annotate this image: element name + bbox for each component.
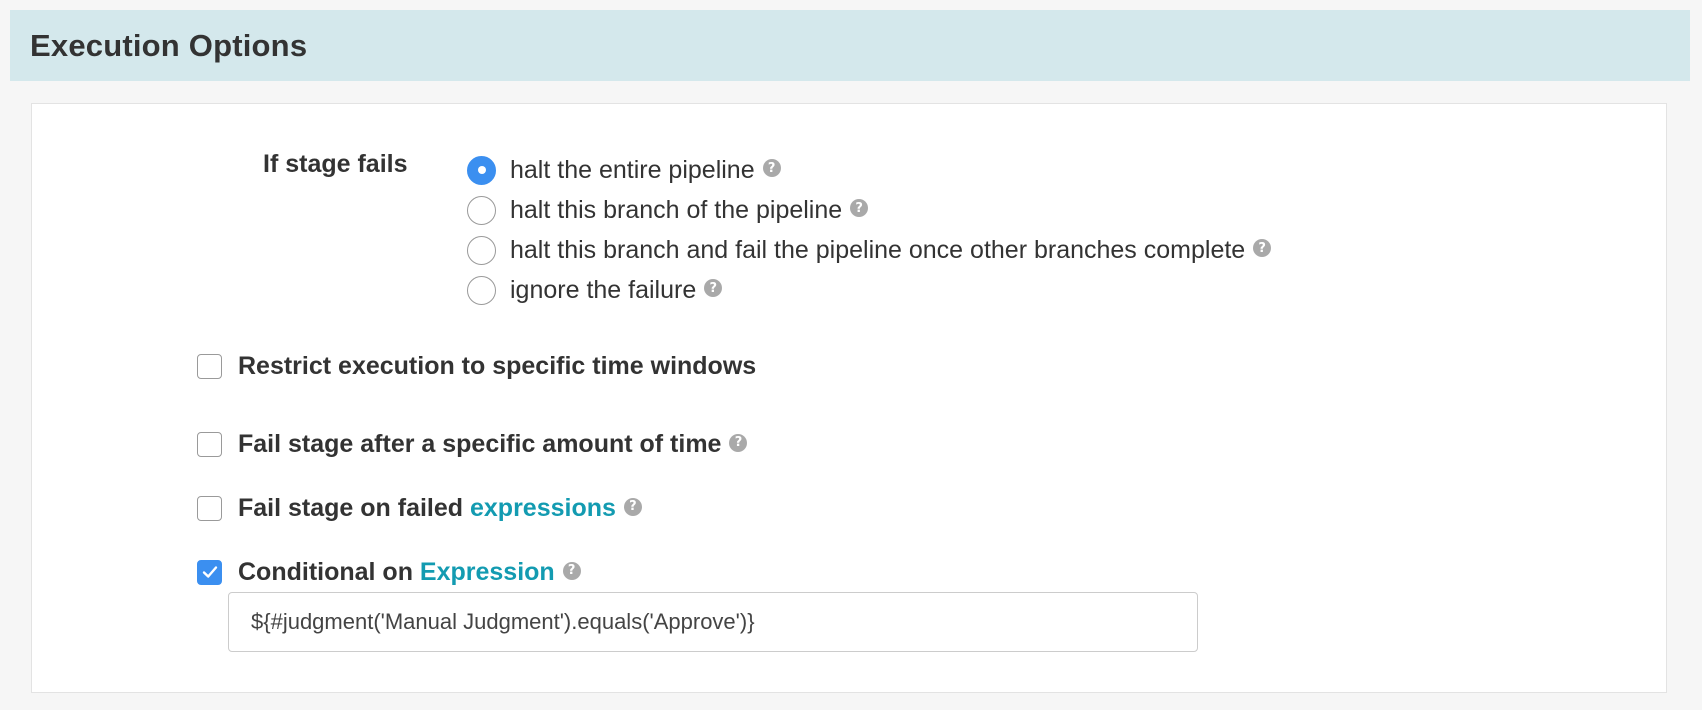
- section-header: Execution Options: [10, 10, 1690, 81]
- checkmark-icon: [202, 566, 217, 578]
- conditional-on-expression-label: Conditional on Expression?: [238, 558, 581, 587]
- expressions-link[interactable]: expressions: [470, 494, 616, 522]
- fail-on-expressions-text: Fail stage on failed: [238, 493, 470, 522]
- conditional-on-expression-checkbox[interactable]: [197, 559, 222, 585]
- conditional-on-expression-option[interactable]: Conditional on Expression?: [197, 552, 581, 592]
- radio-label: halt this branch of the pipeline: [510, 195, 843, 224]
- fail-on-expressions-option[interactable]: Fail stage on failed expressions?: [197, 488, 642, 528]
- expression-input[interactable]: [228, 592, 1198, 652]
- help-icon[interactable]: ?: [1253, 239, 1272, 257]
- help-icon[interactable]: ?: [562, 561, 581, 580]
- if-stage-fails-label: If stage fails: [263, 150, 408, 178]
- radio-halt-entire-pipeline[interactable]: halt the entire pipeline ?: [467, 150, 781, 190]
- restrict-time-windows-option[interactable]: Restrict execution to specific time wind…: [197, 346, 756, 386]
- fail-after-time-checkbox[interactable]: [197, 431, 222, 457]
- radio-label: ignore the failure: [510, 275, 697, 304]
- radio-label: halt the entire pipeline: [510, 155, 755, 184]
- radio-halt-branch-fail-pipeline[interactable]: halt this branch and fail the pipeline o…: [467, 230, 1272, 270]
- expression-link[interactable]: Expression: [420, 558, 555, 586]
- radio-halt-this-branch[interactable]: halt this branch of the pipeline ?: [467, 190, 869, 230]
- help-icon[interactable]: ?: [729, 433, 748, 452]
- fail-on-expressions-label: Fail stage on failed expressions?: [238, 494, 642, 523]
- fail-on-expressions-checkbox[interactable]: [197, 495, 222, 521]
- conditional-on-expression-text: Conditional on: [238, 557, 420, 586]
- radio-label: halt this branch and fail the pipeline o…: [510, 235, 1246, 264]
- radio-button[interactable]: [467, 275, 496, 305]
- fail-after-time-option[interactable]: Fail stage after a specific amount of ti…: [197, 424, 748, 464]
- help-icon[interactable]: ?: [704, 279, 723, 297]
- section-title: Execution Options: [30, 27, 308, 63]
- help-icon[interactable]: ?: [762, 159, 781, 177]
- fail-after-time-label: Fail stage after a specific amount of ti…: [238, 429, 748, 459]
- restrict-time-windows-label: Restrict execution to specific time wind…: [238, 351, 757, 380]
- help-icon[interactable]: ?: [623, 497, 642, 516]
- radio-button[interactable]: [467, 195, 496, 225]
- radio-button-selected[interactable]: [467, 155, 496, 185]
- radio-ignore-failure[interactable]: ignore the failure ?: [467, 270, 723, 310]
- help-icon[interactable]: ?: [850, 199, 869, 217]
- restrict-time-windows-checkbox[interactable]: [197, 353, 222, 379]
- fail-after-time-text: Fail stage after a specific amount of ti…: [238, 429, 722, 458]
- radio-button[interactable]: [467, 235, 496, 265]
